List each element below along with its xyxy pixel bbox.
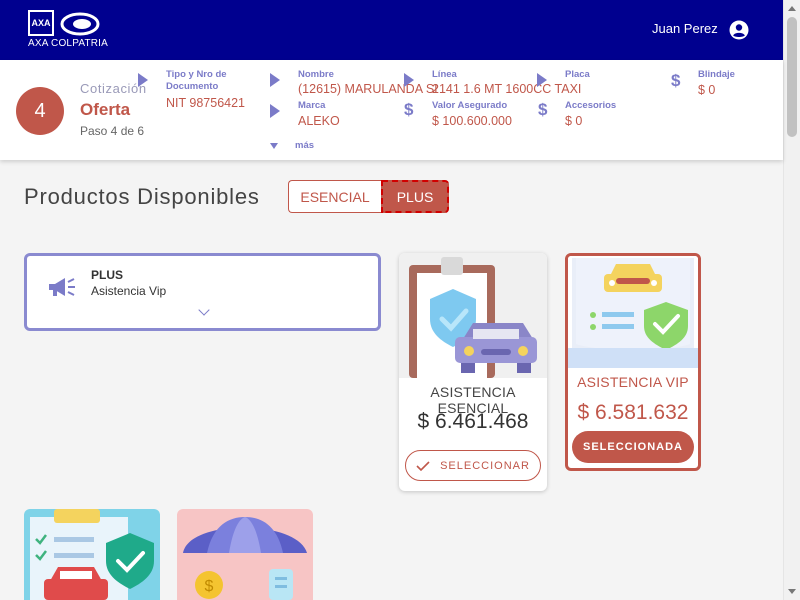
dollar-icon: $ <box>671 71 681 90</box>
page-title: Productos Disponibles <box>24 184 260 209</box>
field-label-armor: Blindaje <box>698 69 735 80</box>
field-label-name: Nombre <box>298 69 334 80</box>
product-card-partial-2[interactable]: $ <box>177 509 313 600</box>
scroll-thumb[interactable] <box>787 17 797 137</box>
field-value-brand: ALEKO <box>298 114 340 128</box>
checklist-car-shield-icon <box>24 509 160 600</box>
product-price: $ 6.461.468 <box>417 410 529 433</box>
more-link[interactable]: más <box>295 140 314 151</box>
field-value-armor: $ 0 <box>698 83 716 97</box>
brand-name: AXA COLPATRIA <box>28 38 109 49</box>
colpatria-swirl-icon <box>60 12 100 36</box>
field-value-insured-value: $ 100.600.000 <box>432 114 512 128</box>
product-name: ASISTENCIA VIP <box>577 374 689 390</box>
svg-text:$: $ <box>205 578 214 595</box>
field-label-document: Tipo y Nro de Documento <box>166 69 227 92</box>
user-icon[interactable] <box>729 20 749 40</box>
step-number-badge: 4 <box>16 87 64 135</box>
dollar-icon: $ <box>538 100 548 119</box>
axa-colpatria-logo[interactable]: AXA AXA COLPATRIA <box>28 10 108 52</box>
field-label-line: Línea <box>432 69 457 80</box>
plus-plan-label: PLUS <box>91 268 124 282</box>
plus-plan-panel[interactable]: PLUS Asistencia Vip <box>24 253 381 331</box>
select-button[interactable]: SELECCIONAR <box>405 450 541 481</box>
check-icon <box>416 460 430 471</box>
chevron-right-icon <box>138 73 152 87</box>
user-name[interactable]: Juan Perez <box>652 21 718 36</box>
field-value-document: NIT 98756421 <box>166 96 245 110</box>
top-navbar: AXA AXA COLPATRIA Juan Perez <box>0 0 783 60</box>
chevron-down-icon[interactable] <box>270 143 278 149</box>
quote-title: Oferta <box>80 100 131 119</box>
page-scrollbar[interactable] <box>783 0 800 600</box>
umbrella-coin-icon: $ <box>177 509 313 600</box>
scroll-up-icon[interactable] <box>788 6 796 11</box>
field-value-accessories: $ 0 <box>565 114 583 128</box>
car-document-shield-icon <box>568 256 698 368</box>
field-label-insured-value: Valor Asegurado <box>432 100 508 111</box>
quote-summary-bar: 4 Cotización Oferta Paso 4 de 6 Tipo y N… <box>0 60 783 160</box>
field-label-plate: Placa <box>565 69 590 80</box>
selected-button[interactable]: SELECCIONADA <box>572 431 694 463</box>
megaphone-icon <box>49 278 75 296</box>
field-label-brand: Marca <box>298 100 326 111</box>
plus-plan-subtitle: Asistencia Vip <box>91 284 167 298</box>
dollar-icon: $ <box>404 100 414 119</box>
quote-step-text: Paso 4 de 6 <box>80 124 145 138</box>
quote-label: Cotización <box>80 81 147 96</box>
product-card-esencial[interactable]: ASISTENCIA ESENCIAL $ 6.461.468 SELECCIO… <box>399 253 547 491</box>
chevron-right-icon <box>270 104 284 118</box>
clipboard-car-shield-icon <box>399 253 547 378</box>
scroll-down-icon[interactable] <box>788 589 796 594</box>
product-card-vip[interactable]: ASISTENCIA VIP $ 6.581.632 SELECCIONADA <box>565 253 701 471</box>
select-button-label: SELECCIONAR <box>440 459 530 472</box>
chevron-right-icon <box>270 73 284 87</box>
tab-plus[interactable]: PLUS <box>381 180 449 213</box>
product-card-partial-1[interactable] <box>24 509 160 600</box>
product-price: $ 6.581.632 <box>577 401 689 424</box>
chevron-right-icon <box>404 73 418 87</box>
tab-esencial[interactable]: ESENCIAL <box>288 180 381 213</box>
field-value-line: 2141 1.6 MT 1600CC TAXI <box>432 82 582 96</box>
chevron-right-icon <box>537 73 551 87</box>
axa-logo-mark: AXA <box>28 10 54 36</box>
chevron-down-icon[interactable] <box>198 304 210 316</box>
field-label-accessories: Accesorios <box>565 100 617 111</box>
